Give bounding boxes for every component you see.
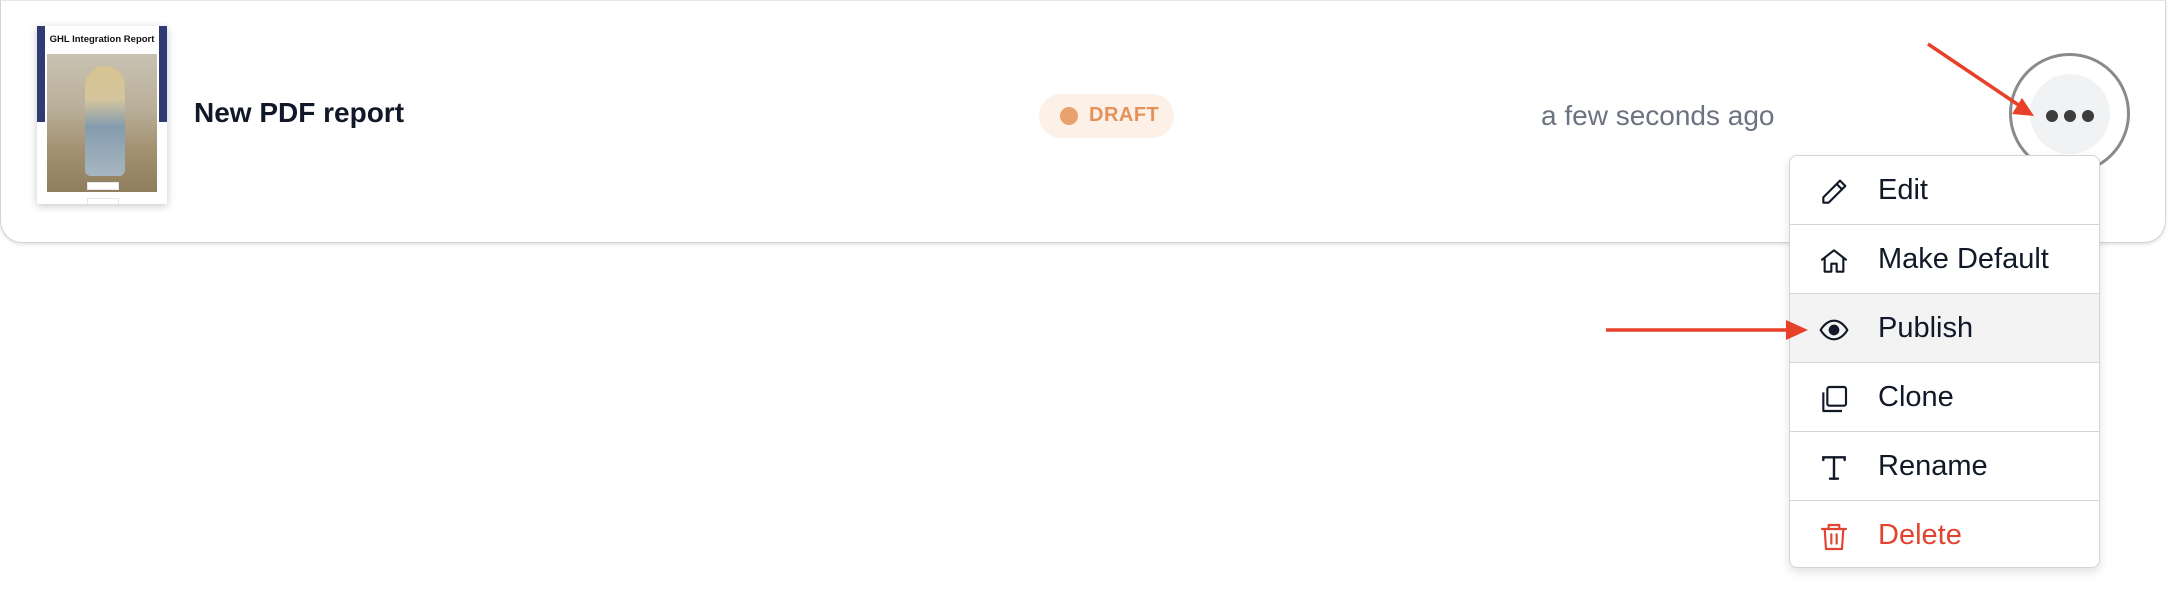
menu-item-label: Make Default <box>1878 243 2049 275</box>
thumbnail-title: GHL Integration Report <box>49 34 155 45</box>
more-options-button[interactable] <box>2030 74 2110 154</box>
thumbnail-photo <box>47 54 157 204</box>
menu-item-label: Delete <box>1878 519 1962 551</box>
home-icon <box>1820 249 1848 273</box>
menu-item-rename[interactable]: Rename <box>1790 432 2099 501</box>
menu-item-edit[interactable]: Edit <box>1790 156 2099 225</box>
menu-item-clone[interactable]: Clone <box>1790 363 2099 432</box>
status-badge: DRAFT <box>1039 94 1174 138</box>
status-badge-label: DRAFT <box>1089 104 1160 126</box>
thumbnail-accent-left <box>37 26 45 122</box>
thumbnail-accent-right <box>159 26 167 122</box>
thumbnail-figure <box>85 66 125 176</box>
menu-item-label: Clone <box>1878 381 1954 413</box>
menu-item-publish[interactable]: Publish <box>1790 294 2099 363</box>
annotation-arrow-icon <box>1606 320 1808 340</box>
more-dots-icon <box>2046 110 2058 122</box>
more-dots-icon <box>2064 110 2076 122</box>
copy-icon <box>1822 385 1848 413</box>
menu-item-delete[interactable]: Delete <box>1790 501 2099 567</box>
status-dot-icon <box>1060 107 1078 125</box>
pencil-icon <box>1822 179 1847 204</box>
report-thumbnail[interactable]: GHL Integration Report <box>37 26 167 204</box>
eye-icon <box>1819 319 1849 341</box>
menu-item-label: Edit <box>1878 174 1928 206</box>
updated-timestamp: a few seconds ago <box>1541 100 1775 131</box>
menu-item-label: Publish <box>1878 312 1974 344</box>
report-title[interactable]: New PDF report <box>194 97 404 129</box>
text-icon <box>1822 456 1846 480</box>
trash-icon <box>1820 523 1848 551</box>
menu-item-label: Rename <box>1878 450 1988 482</box>
thumbnail-field <box>87 198 119 204</box>
more-dots-icon <box>2082 110 2094 122</box>
thumbnail-field <box>87 182 119 190</box>
menu-item-make-default[interactable]: Make Default <box>1790 225 2099 294</box>
actions-dropdown-menu: Edit Make Default Publish Clone Rename D… <box>1789 155 2100 568</box>
